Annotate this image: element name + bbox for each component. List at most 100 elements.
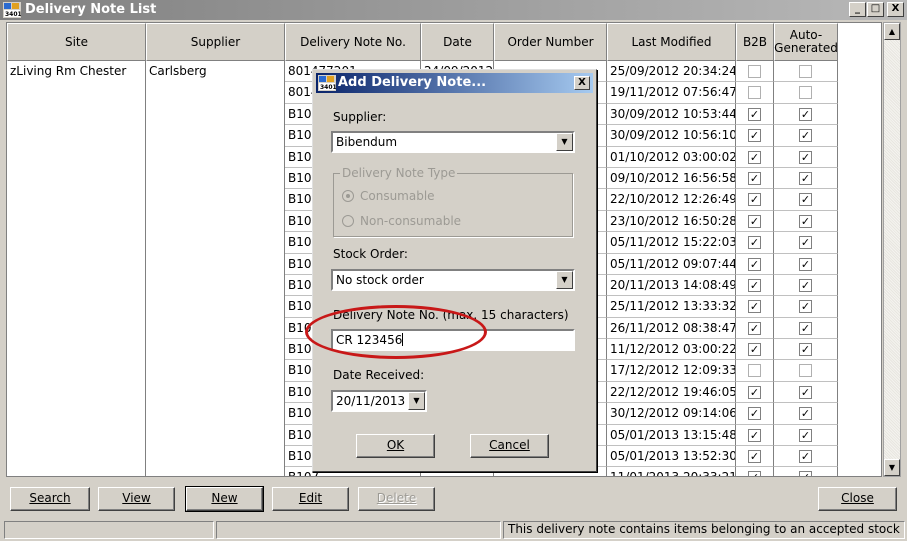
column-header-auto-generated[interactable]: Auto-Generated: [774, 23, 838, 61]
cell-auto-generated: ✓: [774, 274, 838, 297]
cell-auto-generated: ✓: [774, 403, 838, 425]
cell-auto-generated: ✓: [774, 103, 838, 126]
cell-b2b: ✓: [736, 103, 774, 126]
radio-non-consumable-label: Non-consumable: [360, 214, 462, 228]
checkbox-checked-icon: ✓: [748, 193, 761, 207]
cancel-button[interactable]: Cancel: [470, 434, 549, 458]
date-received-picker[interactable]: 20/11/2013 ▼: [331, 390, 427, 412]
date-received-value: 20/11/2013: [336, 394, 406, 408]
stock-order-dropdown[interactable]: No stock order ▼: [331, 269, 575, 291]
scroll-up-button[interactable]: ▲: [884, 23, 900, 40]
column-header-order-number[interactable]: Order Number: [494, 23, 607, 61]
chevron-down-icon[interactable]: ▼: [556, 271, 573, 289]
view-button[interactable]: View: [98, 487, 175, 511]
cell-auto-generated: ✓: [774, 467, 838, 476]
column-header-last-modified[interactable]: Last Modified: [607, 23, 736, 61]
search-button[interactable]: Search: [10, 487, 90, 511]
cell-last-modified: 19/11/2012 07:56:47: [607, 82, 736, 104]
supplier-dropdown[interactable]: Bibendum ▼: [331, 131, 575, 153]
checkbox-checked-icon: ✓: [799, 471, 812, 476]
chevron-down-icon[interactable]: ▼: [408, 392, 425, 410]
chevron-down-icon[interactable]: ▼: [556, 133, 573, 151]
status-bar: This delivery note contains items belong…: [0, 519, 907, 541]
column-header-date[interactable]: Date: [421, 23, 494, 61]
checkbox-unchecked-icon: [799, 364, 812, 378]
supplier-label: Supplier:: [333, 110, 387, 124]
cell-site: [7, 210, 146, 233]
cell-last-modified: 22/12/2012 19:46:05: [607, 381, 736, 404]
cell-auto-generated: ✓: [774, 189, 838, 211]
checkbox-checked-icon: ✓: [748, 150, 761, 164]
checkbox-checked-icon: ✓: [748, 343, 761, 357]
checkbox-unchecked-icon: [799, 86, 812, 100]
cell-site: [7, 403, 146, 425]
checkbox-checked-icon: ✓: [799, 129, 812, 143]
new-button[interactable]: New: [185, 486, 264, 512]
edit-button[interactable]: Edit: [272, 487, 349, 511]
cell-site: [7, 253, 146, 275]
delete-button[interactable]: Delete: [358, 487, 435, 511]
ok-button[interactable]: OK: [356, 434, 435, 458]
delete-button-label: Delete: [376, 491, 417, 505]
minimize-button[interactable]: _: [849, 2, 866, 17]
scroll-down-button[interactable]: ▼: [884, 459, 900, 476]
cell-supplier: [146, 381, 285, 404]
radio-selected-icon: [342, 190, 354, 202]
cell-last-modified: 30/09/2012 10:56:10: [607, 125, 736, 147]
cell-site: [7, 125, 146, 147]
cell-last-modified: 05/11/2012 09:07:44: [607, 253, 736, 275]
cell-last-modified: 05/01/2013 13:15:48: [607, 424, 736, 447]
maximize-button[interactable]: □: [867, 2, 884, 17]
status-pane-1: [4, 521, 214, 539]
dialog-close-button[interactable]: X: [574, 76, 590, 90]
cell-last-modified: 26/11/2012 08:38:47: [607, 317, 736, 340]
cell-auto-generated: ✓: [774, 146, 838, 168]
cell-last-modified: 11/01/2013 20:33:21: [607, 467, 736, 476]
cell-site: [7, 339, 146, 361]
cell-supplier: [146, 403, 285, 425]
cell-last-modified: 30/09/2012 10:53:44: [607, 103, 736, 126]
radio-consumable[interactable]: Consumable: [342, 189, 435, 203]
column-header-supplier[interactable]: Supplier: [146, 23, 285, 61]
cell-last-modified: 30/12/2012 09:14:06: [607, 403, 736, 425]
cell-supplier: [146, 210, 285, 233]
checkbox-checked-icon: ✓: [799, 278, 812, 292]
cell-b2b: ✓: [736, 189, 774, 211]
checkbox-checked-icon: ✓: [748, 214, 761, 228]
cell-supplier: [146, 317, 285, 340]
cell-auto-generated: [774, 82, 838, 104]
checkbox-checked-icon: ✓: [748, 236, 761, 250]
checkbox-checked-icon: ✓: [748, 450, 761, 464]
cell-auto-generated: ✓: [774, 446, 838, 468]
close-button[interactable]: Close: [818, 487, 897, 511]
cell-site: [7, 317, 146, 340]
column-header-b2b[interactable]: B2B: [736, 23, 774, 61]
column-header-site[interactable]: Site: [7, 23, 146, 61]
ok-button-label: OK: [386, 438, 405, 452]
cell-supplier: [146, 339, 285, 361]
radio-non-consumable[interactable]: Non-consumable: [342, 214, 461, 228]
checkbox-checked-icon: ✓: [799, 321, 812, 335]
checkbox-checked-icon: ✓: [748, 428, 761, 442]
cell-supplier: [146, 296, 285, 318]
checkbox-checked-icon: ✓: [748, 300, 761, 314]
grid-vertical-scrollbar[interactable]: ▲ ▼: [883, 22, 901, 477]
window-close-button[interactable]: X: [887, 2, 904, 17]
column-header-delivery-note-no[interactable]: Delivery Note No.: [285, 23, 421, 61]
cell-b2b: ✓: [736, 274, 774, 297]
cell-supplier: [146, 189, 285, 211]
cell-last-modified: 01/10/2012 03:00:02: [607, 146, 736, 168]
cell-b2b: ✓: [736, 296, 774, 318]
cell-last-modified: 25/09/2012 20:34:24: [607, 61, 736, 83]
cell-b2b: ✓: [736, 424, 774, 447]
delivery-note-no-label: Delivery Note No. (max. 15 characters): [333, 308, 569, 322]
cell-b2b: ✓: [736, 381, 774, 404]
dialog-app-icon: 3401: [318, 75, 336, 91]
checkbox-checked-icon: ✓: [748, 107, 761, 121]
checkbox-checked-icon: ✓: [748, 385, 761, 399]
cell-b2b: [736, 82, 774, 104]
cell-last-modified: 11/12/2012 03:00:22: [607, 339, 736, 361]
checkbox-checked-icon: ✓: [799, 450, 812, 464]
stock-order-value: No stock order: [336, 273, 424, 287]
delivery-note-no-input[interactable]: CR 123456: [331, 329, 575, 351]
